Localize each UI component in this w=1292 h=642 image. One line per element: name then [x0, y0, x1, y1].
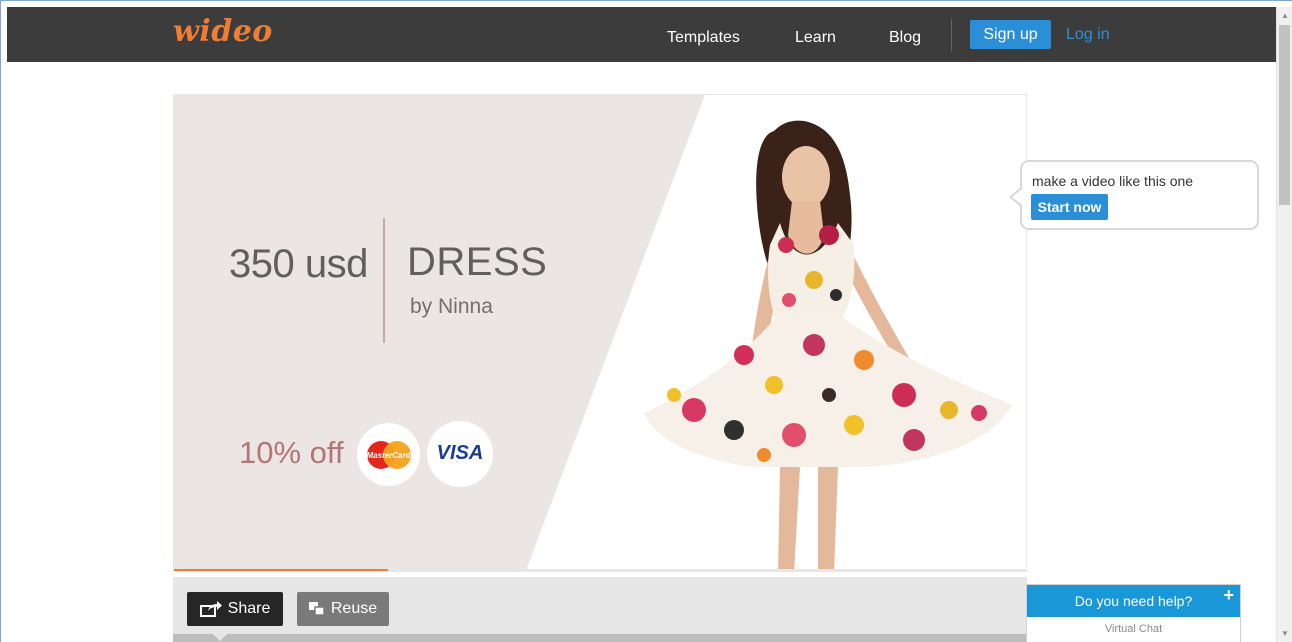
- reuse-icon: [308, 602, 325, 616]
- share-icon: [199, 601, 222, 617]
- reuse-button[interactable]: Reuse: [297, 592, 389, 626]
- nav-divider: [951, 19, 952, 51]
- discount-text: 10% off: [239, 435, 344, 470]
- make-video-callout: make a video like this one Start now: [1020, 160, 1259, 230]
- mastercard-logo: MasterCard: [357, 423, 420, 486]
- beige-panel: [174, 95, 705, 571]
- video-preview[interactable]: 350 usd DRESS by Ninna 10% off MasterCar…: [173, 94, 1027, 572]
- visa-text: VISA: [436, 442, 484, 464]
- woman-in-floral-dress-image: [644, 120, 1012, 571]
- nav-learn[interactable]: Learn: [795, 29, 836, 47]
- visa-logo: VISA: [427, 421, 493, 487]
- video-progress-fill: [174, 569, 388, 571]
- brand-text: by Ninna: [410, 295, 493, 318]
- start-now-button[interactable]: Start now: [1031, 194, 1108, 220]
- scroll-down-arrow-icon[interactable]: ▼: [1277, 627, 1292, 641]
- nav-templates[interactable]: Templates: [667, 29, 740, 47]
- nav-blog[interactable]: Blog: [889, 29, 921, 47]
- price-divider: [383, 218, 385, 343]
- expand-plus-icon[interactable]: +: [1223, 585, 1234, 606]
- controls-bottom-strip: [173, 634, 1027, 642]
- callout-pointer-fill: [1012, 189, 1022, 205]
- svg-text:MasterCard: MasterCard: [366, 451, 411, 460]
- scroll-up-arrow-icon[interactable]: ▲: [1277, 9, 1292, 23]
- reuse-label: Reuse: [330, 600, 378, 617]
- vertical-scrollbar[interactable]: ▲ ▼: [1276, 7, 1292, 642]
- top-navbar: wideo Templates Learn Blog Sign up Log i…: [7, 7, 1277, 62]
- virtual-chat-label: Virtual Chat: [1104, 623, 1163, 635]
- video-background: [174, 95, 1012, 571]
- login-link[interactable]: Log in: [1066, 26, 1110, 44]
- help-chat-widget[interactable]: Do you need help? + Virtual Chat: [1026, 584, 1241, 642]
- share-button[interactable]: Share: [187, 592, 283, 626]
- video-progress-track[interactable]: [174, 569, 1026, 571]
- mastercard-icon: MasterCard: [366, 441, 412, 469]
- help-header[interactable]: Do you need help? +: [1027, 585, 1240, 617]
- product-name: DRESS: [407, 240, 548, 284]
- share-label: Share: [227, 600, 271, 617]
- callout-text: make a video like this one: [1032, 173, 1194, 189]
- scroll-thumb[interactable]: [1279, 25, 1290, 205]
- help-title: Do you need help?: [1074, 593, 1193, 609]
- wideo-logo[interactable]: wideo: [173, 14, 273, 49]
- controls-notch: [213, 634, 227, 641]
- price-text: 350 usd: [229, 242, 368, 286]
- signup-button[interactable]: Sign up: [970, 20, 1051, 49]
